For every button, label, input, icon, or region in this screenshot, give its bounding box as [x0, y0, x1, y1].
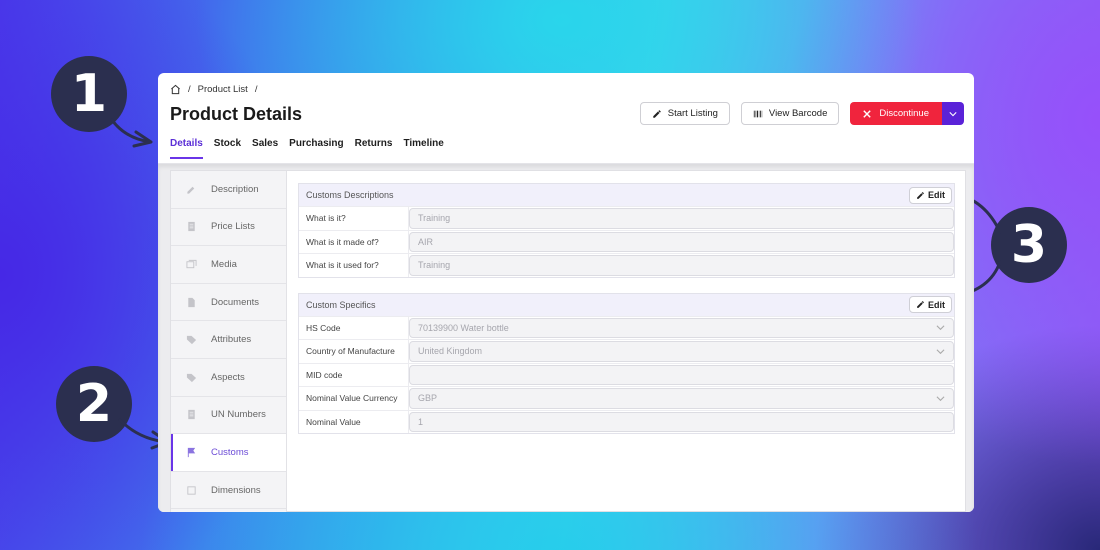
currency-select[interactable]: GBP	[409, 388, 954, 409]
what-is-it-field[interactable]: Training	[409, 208, 954, 229]
field-label: What is it used for?	[299, 254, 409, 277]
section-title: Customs Descriptions	[306, 190, 394, 200]
sidebar-item-attributes[interactable]: Attributes	[171, 321, 286, 359]
sidebar-item-price-lists[interactable]: Price Lists	[171, 209, 286, 247]
sidebar-item-aspects[interactable]: Aspects	[171, 359, 286, 397]
field-label: Nominal Value Currency	[299, 387, 409, 410]
custom-specifics-section: Custom Specifics Edit HS Code 70139900 W…	[298, 292, 955, 434]
file-icon	[188, 297, 195, 307]
chevron-down-icon	[936, 325, 945, 331]
field-row: Nominal Value 1	[299, 409, 954, 433]
field-label: MID code	[299, 363, 409, 386]
sidebar-item-dimensions[interactable]: Dimensions	[171, 472, 286, 510]
country-select[interactable]: United Kingdom	[409, 341, 954, 362]
flag-icon	[187, 447, 196, 458]
made-of-field[interactable]: AIR	[409, 231, 954, 252]
field-label: What is it made of?	[299, 230, 409, 253]
hs-code-select[interactable]: 70139900 Water bottle	[409, 317, 954, 338]
square-icon	[187, 485, 196, 495]
page-title: Product Details	[170, 104, 303, 124]
field-row: What is it used for? Training	[299, 253, 954, 277]
page-header: / Product List / Product Details Details…	[158, 73, 974, 164]
home-icon[interactable]	[170, 84, 181, 95]
field-row: Country of Manufacture United Kingdom	[299, 339, 954, 363]
view-barcode-button[interactable]: View Barcode	[740, 102, 840, 125]
customs-main: Customs Descriptions Edit What is it? Tr…	[298, 183, 955, 449]
tab-purchasing[interactable]: Purchasing	[289, 138, 343, 159]
chevron-down-icon	[936, 349, 945, 354]
field-row: MID code	[299, 362, 954, 386]
used-for-field[interactable]: Training	[409, 255, 954, 276]
document-icon	[188, 222, 195, 232]
edit-descriptions-button[interactable]: Edit	[909, 186, 952, 204]
pencil-icon	[652, 109, 661, 118]
field-label: Nominal Value	[299, 410, 409, 433]
field-row: What is it? Training	[299, 206, 954, 230]
discontinue-split-button: Discontinue	[850, 102, 964, 125]
barcode-icon	[753, 110, 763, 117]
field-row: What is it made of? AIR	[299, 229, 954, 253]
discontinue-button[interactable]: Discontinue	[850, 102, 942, 125]
close-icon	[863, 109, 872, 118]
start-listing-button[interactable]: Start Listing	[639, 102, 730, 125]
pencil-icon	[187, 186, 195, 194]
section-header: Custom Specifics Edit	[299, 293, 954, 316]
field-label: Country of Manufacture	[299, 340, 409, 363]
breadcrumb: / Product List /	[170, 84, 257, 95]
tag-icon	[186, 373, 197, 382]
field-label: What is it?	[299, 207, 409, 230]
section-header: Customs Descriptions Edit	[299, 184, 954, 206]
tab-sales[interactable]: Sales	[252, 138, 278, 159]
sidebar-item-un-numbers[interactable]: UN Numbers	[171, 397, 286, 435]
tab-timeline[interactable]: Timeline	[403, 138, 443, 159]
discontinue-menu-toggle[interactable]	[942, 102, 964, 125]
breadcrumb-product-list[interactable]: Product List	[198, 84, 248, 95]
field-row: HS Code 70139900 Water bottle	[299, 315, 954, 339]
app-window: / Product List / Product Details Details…	[158, 73, 974, 512]
document-icon	[188, 410, 195, 420]
tab-returns[interactable]: Returns	[355, 138, 393, 159]
chevron-down-icon	[936, 396, 945, 401]
content-area: Description Price Lists Media Documents …	[158, 164, 974, 512]
edit-specifics-button[interactable]: Edit	[909, 296, 952, 313]
field-row: Nominal Value Currency GBP	[299, 386, 954, 410]
chevron-down-icon	[949, 111, 957, 116]
sidebar-item-media[interactable]: Media	[171, 246, 286, 284]
pencil-icon	[917, 191, 924, 199]
mid-code-field[interactable]	[409, 364, 954, 385]
pencil-icon	[917, 301, 924, 308]
tab-stock[interactable]: Stock	[214, 138, 241, 159]
tag-icon	[186, 336, 197, 345]
details-panel: Description Price Lists Media Documents …	[170, 170, 966, 512]
breadcrumb-separator: /	[188, 84, 191, 95]
sidebar: Description Price Lists Media Documents …	[171, 171, 287, 512]
nominal-value-field[interactable]: 1	[409, 411, 954, 432]
breadcrumb-separator: /	[254, 84, 258, 95]
customs-descriptions-section: Customs Descriptions Edit What is it? Tr…	[298, 183, 955, 278]
tab-details[interactable]: Details	[170, 138, 203, 159]
sidebar-item-description[interactable]: Description	[171, 171, 286, 209]
tab-bar: Details Stock Sales Purchasing Returns T…	[170, 138, 444, 159]
sidebar-item-documents[interactable]: Documents	[171, 284, 286, 322]
field-label: HS Code	[299, 316, 409, 339]
sidebar-item-customs[interactable]: Customs	[171, 434, 286, 472]
section-title: Custom Specifics	[306, 299, 376, 310]
toolbar: Start Listing View Barcode Discontinue	[639, 102, 964, 125]
images-icon	[186, 259, 197, 269]
